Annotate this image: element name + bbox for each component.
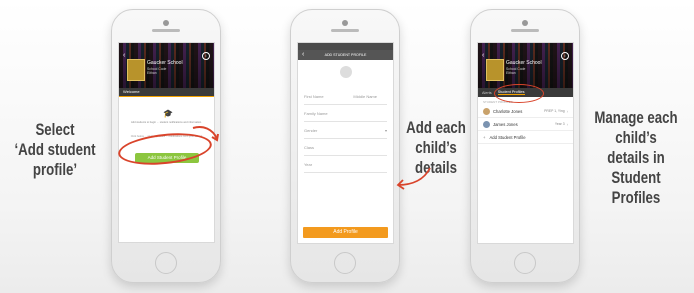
chevron-right-icon: › bbox=[566, 108, 568, 114]
chevron-down-icon: ▾ bbox=[384, 127, 387, 133]
info-icon[interactable]: i bbox=[202, 52, 210, 60]
phone-student-profiles: ‹ i Gaucker School School Code Elthan Ale… bbox=[470, 9, 580, 283]
caption-line: Select bbox=[35, 120, 75, 139]
avatar-placeholder-icon[interactable] bbox=[339, 66, 352, 78]
add-student-profile-link[interactable]: + Add Student Profile bbox=[478, 131, 573, 144]
school-banner: ‹ i Gaucker School School Code Elthan bbox=[119, 43, 214, 88]
caption-line: Manage each bbox=[594, 108, 678, 127]
list-item[interactable]: James Jones Year 3 › bbox=[478, 118, 573, 131]
gender-select[interactable]: Gender ▾ bbox=[304, 122, 387, 139]
caption-manage-profiles: Manage each child’s details in Student P… bbox=[594, 108, 678, 208]
avatar bbox=[483, 120, 490, 128]
back-icon[interactable]: ‹ bbox=[302, 50, 304, 60]
annotation-arrow-icon bbox=[396, 167, 431, 190]
chevron-right-icon: › bbox=[566, 121, 568, 127]
school-details: School Code Elthan bbox=[147, 67, 167, 75]
back-icon[interactable]: ‹ bbox=[482, 52, 484, 59]
class-field[interactable]: Class bbox=[304, 139, 387, 156]
profiles-screen: ‹ i Gaucker School School Code Elthan Ale… bbox=[477, 42, 574, 244]
annotation-arrow-icon bbox=[192, 126, 219, 142]
home-button[interactable] bbox=[155, 252, 177, 274]
caption-line: Add each bbox=[406, 118, 466, 137]
home-button[interactable] bbox=[514, 252, 536, 274]
tab-welcome[interactable]: Welcome bbox=[119, 88, 214, 97]
name-row: First Name Middle Name bbox=[304, 88, 387, 105]
family-name-field[interactable]: Family Name bbox=[304, 105, 387, 122]
caption-select-add-profile: Select ‘Add student profile’ bbox=[12, 120, 98, 180]
graduation-cap-icon: 🎓 bbox=[163, 109, 173, 118]
school-name: Gaucker School bbox=[506, 60, 542, 66]
camera bbox=[522, 20, 528, 26]
avatar bbox=[483, 107, 490, 115]
add-profile-button[interactable]: Add Profile bbox=[303, 227, 388, 238]
caption-line: child’s details in bbox=[607, 128, 665, 167]
middle-name-field[interactable]: Middle Name bbox=[353, 94, 377, 99]
year-field[interactable]: Year bbox=[304, 156, 387, 173]
plus-icon: + bbox=[483, 134, 486, 140]
speaker bbox=[511, 29, 539, 32]
add-profile-screen: ‹ ADD STUDENT PROFILE First Name Middle … bbox=[297, 42, 394, 244]
list-item[interactable]: Charlotte Jones PREP 1, Ying › bbox=[478, 105, 573, 118]
form-header: ‹ ADD STUDENT PROFILE bbox=[298, 50, 393, 60]
school-crest-icon bbox=[127, 59, 145, 81]
highlight-circle bbox=[494, 84, 544, 103]
camera bbox=[163, 20, 169, 26]
first-name-field[interactable]: First Name bbox=[304, 94, 324, 99]
speaker bbox=[331, 29, 359, 32]
info-icon[interactable]: i bbox=[561, 52, 569, 60]
speaker bbox=[152, 29, 180, 32]
school-details: School Code Elthan bbox=[506, 67, 526, 75]
back-icon[interactable]: ‹ bbox=[123, 52, 125, 59]
camera bbox=[342, 20, 348, 26]
school-crest-icon bbox=[486, 59, 504, 81]
caption-line: ‘Add student profile’ bbox=[14, 140, 96, 179]
phone-add-profile: ‹ ADD STUDENT PROFILE First Name Middle … bbox=[290, 9, 400, 283]
caption-line: Student Profiles bbox=[611, 168, 661, 207]
home-button[interactable] bbox=[334, 252, 356, 274]
school-name: Gaucker School bbox=[147, 60, 183, 66]
header-title: ADD STUDENT PROFILE bbox=[324, 53, 367, 57]
tab-alerts[interactable]: Alerts bbox=[482, 91, 492, 95]
school-banner: ‹ i Gaucker School School Code Elthan bbox=[478, 43, 573, 88]
